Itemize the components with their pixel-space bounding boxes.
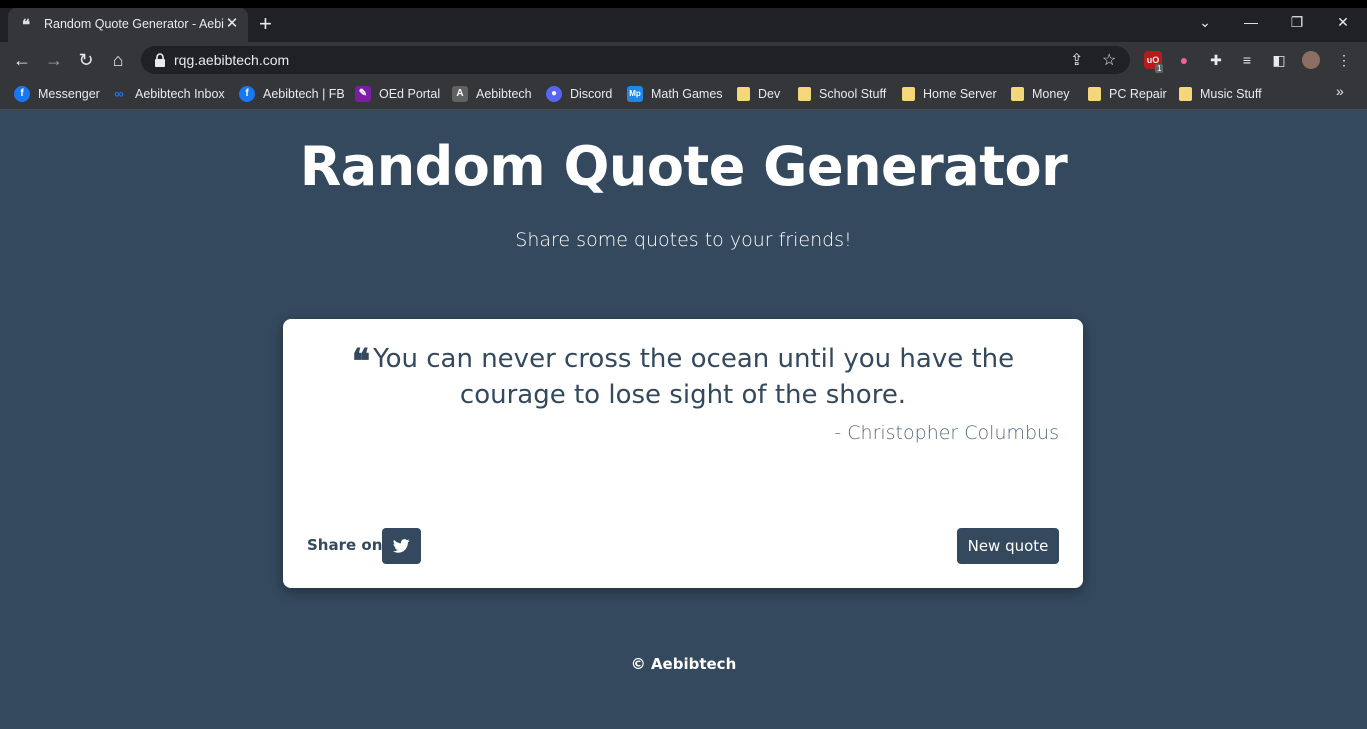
tab-search-icon[interactable]: ⌄: [1193, 14, 1217, 31]
folder-icon: [798, 87, 811, 101]
back-icon[interactable]: ←: [11, 49, 33, 71]
new-quote-button[interactable]: New quote: [957, 528, 1059, 564]
bookmark-label: PC Repair: [1109, 87, 1167, 101]
aebibtech-icon: A: [452, 86, 468, 102]
folder-icon: [1011, 87, 1024, 101]
bookmark-discord[interactable]: ● Discord: [546, 85, 612, 103]
bookmark-star-icon[interactable]: ☆: [1102, 50, 1116, 70]
tab-bar: ❝ Random Quote Generator - Aebibtech ✕ +…: [0, 8, 1367, 42]
footer-copyright: © Aebibtech: [630, 655, 737, 673]
lock-icon: [155, 53, 165, 67]
reload-icon[interactable]: ↻: [75, 49, 97, 71]
discord-icon: ●: [546, 86, 562, 102]
bookmarks-overflow-icon[interactable]: »: [1336, 83, 1344, 99]
bookmark-label: Aebibtech: [476, 87, 532, 101]
bookmark-label: Home Server: [923, 87, 997, 101]
extension-badge: 1: [1155, 64, 1164, 73]
share-page-icon[interactable]: ⇪: [1070, 50, 1083, 70]
bookmark-folder-money[interactable]: Money: [1011, 85, 1070, 103]
bookmark-label: Aebibtech Inbox: [135, 87, 225, 101]
bookmark-label: Dev: [758, 87, 781, 101]
quote-left-icon: ❝: [351, 342, 370, 382]
facebook-icon: f: [14, 86, 30, 102]
close-tab-icon[interactable]: ✕: [224, 14, 240, 32]
browser-toolbar: ← → ↻ ⌂ rqg.aebibtech.com ⇪ ☆ uO 1 ● ✚ ≡…: [0, 42, 1367, 78]
quote-card: ❝ You can never cross the ocean until you…: [283, 319, 1083, 588]
twitter-icon: [393, 539, 410, 553]
oed-icon: ✎: [355, 86, 371, 102]
tweet-button[interactable]: [382, 528, 421, 564]
bookmark-messenger[interactable]: f Messenger: [14, 85, 100, 103]
bookmark-label: Money: [1032, 87, 1070, 101]
folder-icon: [1179, 87, 1192, 101]
window-top-strip: [0, 0, 1367, 8]
address-bar[interactable]: rqg.aebibtech.com ⇪ ☆: [141, 46, 1130, 74]
bookmark-folder-pc-repair[interactable]: PC Repair: [1088, 85, 1167, 103]
quote-author: - Christopher Columbus: [834, 422, 1059, 444]
extension-pink-icon[interactable]: ●: [1175, 51, 1193, 69]
bookmark-label: OEd Portal: [379, 87, 441, 101]
bookmark-folder-dev[interactable]: Dev: [737, 85, 780, 103]
home-icon[interactable]: ⌂: [107, 49, 129, 71]
meta-icon: ∞: [114, 86, 124, 101]
bookmark-aebibtech[interactable]: A Aebibtech: [452, 85, 532, 103]
media-queue-icon[interactable]: ≡: [1238, 51, 1256, 69]
page-subtitle: Share some quotes to your friends!: [515, 229, 852, 251]
bookmark-folder-home-server[interactable]: Home Server: [902, 85, 997, 103]
mathgames-icon: Mp: [627, 86, 643, 102]
close-window-icon[interactable]: ✕: [1331, 14, 1355, 31]
bookmarks-bar: f Messenger ∞ Aebibtech Inbox f Aebibtec…: [0, 78, 1367, 110]
bookmark-aebibtech-inbox[interactable]: ∞ Aebibtech Inbox: [111, 85, 225, 103]
new-tab-button[interactable]: +: [259, 11, 272, 37]
bookmark-label: Messenger: [38, 87, 100, 101]
extensions-puzzle-icon[interactable]: ✚: [1207, 51, 1225, 69]
bookmark-label: Discord: [570, 87, 613, 101]
bookmark-aebibtech-fb[interactable]: f Aebibtech | FB: [239, 85, 345, 103]
bookmark-folder-music[interactable]: Music Stuff: [1179, 85, 1262, 103]
facebook-icon: f: [239, 86, 255, 102]
quote-favicon-icon: ❝: [22, 16, 31, 34]
quote-block: ❝ You can never cross the ocean until you…: [323, 343, 1043, 412]
bookmark-label: Aebibtech | FB: [263, 87, 345, 101]
bookmark-label: Music Stuff: [1200, 87, 1262, 101]
page-title: Random Quote Generator: [299, 135, 1068, 198]
menu-kebab-icon[interactable]: ⋮: [1335, 51, 1353, 69]
profile-avatar[interactable]: [1302, 51, 1320, 69]
folder-icon: [737, 87, 750, 101]
bookmark-oed-portal[interactable]: ✎ OEd Portal: [355, 85, 440, 103]
tab-title: Random Quote Generator - Aebibtech: [44, 17, 224, 31]
bookmark-label: School Stuff: [819, 87, 887, 101]
bookmark-folder-school[interactable]: School Stuff: [798, 85, 886, 103]
url-text[interactable]: rqg.aebibtech.com: [174, 52, 289, 68]
bookmark-math-games[interactable]: Mp Math Games: [627, 85, 723, 103]
forward-icon[interactable]: →: [43, 49, 65, 71]
side-panel-icon[interactable]: ◧: [1270, 51, 1288, 69]
restore-icon[interactable]: ❐: [1285, 14, 1309, 31]
share-label: Share on:: [307, 536, 389, 554]
folder-icon: [1088, 87, 1101, 101]
bookmark-label: Math Games: [651, 87, 723, 101]
folder-icon: [902, 87, 915, 101]
quote-text: You can never cross the ocean until you …: [373, 344, 1015, 410]
minimize-icon[interactable]: —: [1239, 14, 1263, 30]
tab-active[interactable]: ❝ Random Quote Generator - Aebibtech ✕: [8, 8, 248, 42]
